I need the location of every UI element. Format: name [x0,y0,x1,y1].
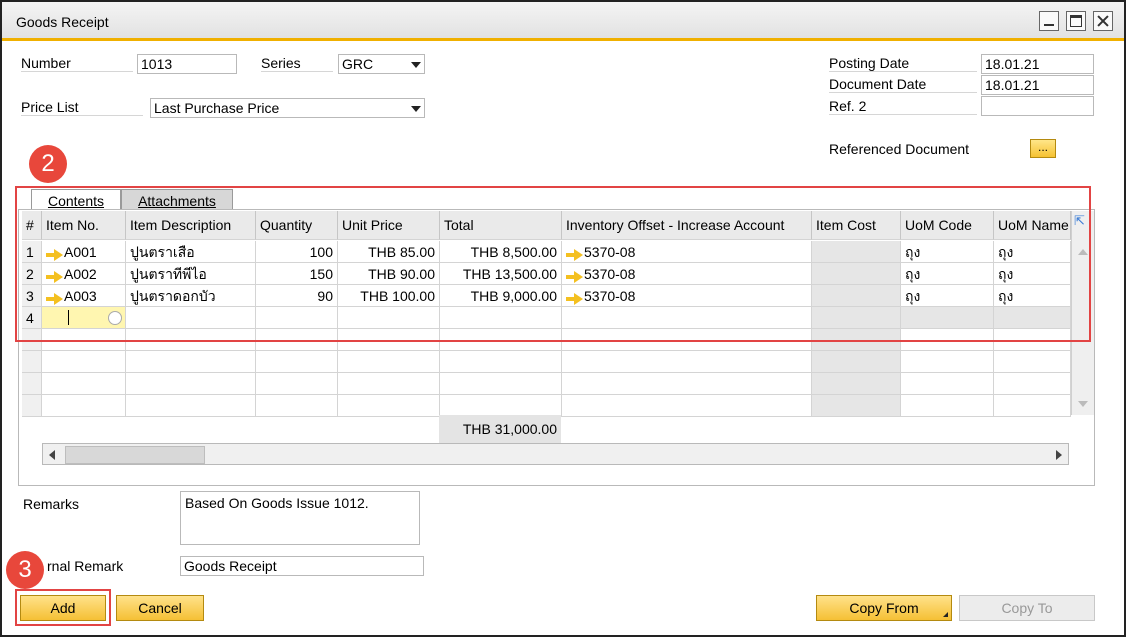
empty-cell[interactable] [994,373,1071,395]
empty-cell[interactable] [812,351,901,373]
chevron-down-icon [411,62,421,68]
scroll-left-icon[interactable] [49,450,55,460]
empty-cell[interactable] [562,351,812,373]
empty-cell[interactable] [901,373,994,395]
horizontal-scrollbar[interactable] [42,443,1069,465]
empty-cell[interactable] [812,395,901,417]
remarks-field[interactable]: Based On Goods Issue 1012. [180,491,420,545]
posting-date-field[interactable]: 18.01.21 [981,54,1094,74]
empty-cell[interactable] [338,373,440,395]
empty-cell[interactable] [256,351,338,373]
ref2-label: Ref. 2 [829,98,977,115]
grand-total: THB 31,000.00 [439,415,561,443]
empty-cell[interactable] [256,373,338,395]
empty-cell[interactable] [440,373,562,395]
price-list-select[interactable]: Last Purchase Price [150,98,425,118]
remarks-label: Remarks [23,496,80,512]
posting-date-label: Posting Date [829,55,977,72]
referenced-document-button[interactable]: ... [1030,139,1056,158]
empty-cell[interactable] [994,395,1071,417]
empty-cell[interactable] [256,395,338,417]
step-badge-3: 3 [6,551,44,589]
highlight-box-add [15,589,111,626]
empty-cell[interactable] [42,395,126,417]
scroll-thumb[interactable] [65,446,205,464]
number-field[interactable]: 1013 [137,54,237,74]
price-list-value: Last Purchase Price [154,100,280,116]
empty-cell[interactable] [901,351,994,373]
empty-cell[interactable] [440,395,562,417]
empty-cell[interactable] [338,395,440,417]
empty-cell[interactable] [22,351,42,373]
empty-cell[interactable] [126,373,256,395]
series-select[interactable]: GRC [338,54,425,74]
document-date-field[interactable]: 18.01.21 [981,75,1094,95]
scroll-down-icon[interactable] [1078,401,1088,407]
step-badge-2: 2 [29,145,67,183]
empty-cell[interactable] [22,395,42,417]
empty-cell[interactable] [994,351,1071,373]
empty-cell[interactable] [126,351,256,373]
highlight-box-grid [15,186,1091,342]
empty-cell[interactable] [42,373,126,395]
corner-arrow-icon [943,612,948,617]
price-list-label: Price List [21,99,143,116]
empty-cell[interactable] [562,395,812,417]
copy-from-button[interactable]: Copy From [816,595,952,621]
document-date-label: Document Date [829,76,977,93]
close-icon[interactable] [1093,11,1113,31]
empty-cell[interactable] [126,395,256,417]
ref2-field[interactable] [981,96,1094,116]
cancel-button[interactable]: Cancel [116,595,204,621]
scroll-right-icon[interactable] [1056,450,1062,460]
journal-remark-label: rnal Remark [47,558,124,574]
title-bar[interactable]: Goods Receipt [2,2,1124,41]
empty-cell[interactable] [901,395,994,417]
maximize-icon[interactable] [1066,11,1086,31]
empty-cell[interactable] [440,351,562,373]
journal-remark-field[interactable]: Goods Receipt [180,556,424,576]
copy-to-button: Copy To [959,595,1095,621]
copy-from-label: Copy From [849,600,919,616]
referenced-document-label: Referenced Document [829,141,970,157]
series-label: Series [261,55,333,72]
empty-cell[interactable] [22,373,42,395]
empty-cell[interactable] [338,351,440,373]
minimize-icon[interactable] [1039,11,1059,31]
goods-receipt-window: Goods Receipt Number 1013 Series GRC Pri… [0,0,1126,637]
number-label: Number [21,55,133,72]
series-value: GRC [342,56,374,72]
chevron-down-icon [411,106,421,112]
empty-cell[interactable] [562,373,812,395]
window-title: Goods Receipt [16,14,109,30]
empty-cell[interactable] [812,373,901,395]
empty-cell[interactable] [42,351,126,373]
